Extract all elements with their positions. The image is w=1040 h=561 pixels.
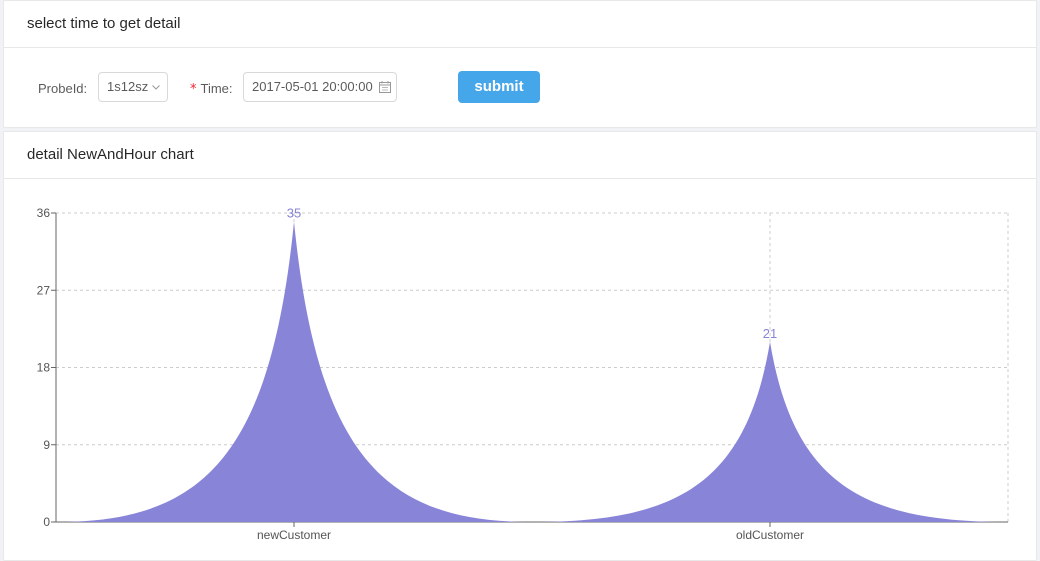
probe-label-text: ProbeId <box>38 81 84 96</box>
filter-card: select time to get detail ProbeId: 1s12s… <box>3 0 1037 128</box>
time-label-colon: : <box>228 81 233 96</box>
bar-newCustomer <box>56 221 532 523</box>
chart-data-labels: 35 21 <box>287 206 777 341</box>
probe-select-value: 1s12sz <box>107 79 149 94</box>
y-tick-label: 9 <box>43 438 50 452</box>
chevron-down-icon <box>152 85 160 90</box>
time-picker[interactable]: 2017-05-01 20:00:00 <box>243 72 397 102</box>
chart-grid <box>56 212 1009 522</box>
calendar-icon <box>379 81 391 93</box>
x-tick-label: oldCustomer <box>736 528 804 542</box>
chart-card: detail NewAndHour chart 0 9 18 27 36 newCusto… <box>3 131 1037 561</box>
y-tick-label: 27 <box>37 283 51 297</box>
x-tick-label: newCustomer <box>257 528 331 542</box>
newandhour-chart: 0 9 18 27 36 newCustomer oldCustomer 35 21 <box>37 206 1009 542</box>
data-label: 35 <box>287 206 301 221</box>
y-tick-label: 36 <box>37 206 51 220</box>
submit-button[interactable]: submit <box>458 71 540 103</box>
y-tick-label: 18 <box>37 361 51 375</box>
time-picker-value: 2017-05-01 20:00:00 <box>252 79 373 94</box>
data-label: 21 <box>763 326 777 341</box>
time-label-text: Time <box>200 81 229 96</box>
bar-oldCustomer <box>532 341 1008 522</box>
required-mark: * <box>190 82 197 97</box>
probe-select[interactable]: 1s12sz <box>98 72 168 102</box>
y-tick-label: 0 <box>43 515 50 529</box>
chart-axes: 0 9 18 27 36 newCustomer oldCustomer <box>37 206 1008 542</box>
chart-bars <box>56 221 1008 523</box>
filter-form: ProbeId: 1s12sz * Time: 2017-05-01 20:00:… <box>4 48 1036 129</box>
filter-card-title: select time to get detail <box>4 1 1036 48</box>
probe-label-colon: : <box>83 81 88 96</box>
probe-label: ProbeId: <box>38 81 87 96</box>
chart-card-title: detail NewAndHour chart <box>4 132 1036 179</box>
time-label: * Time: <box>190 81 233 97</box>
